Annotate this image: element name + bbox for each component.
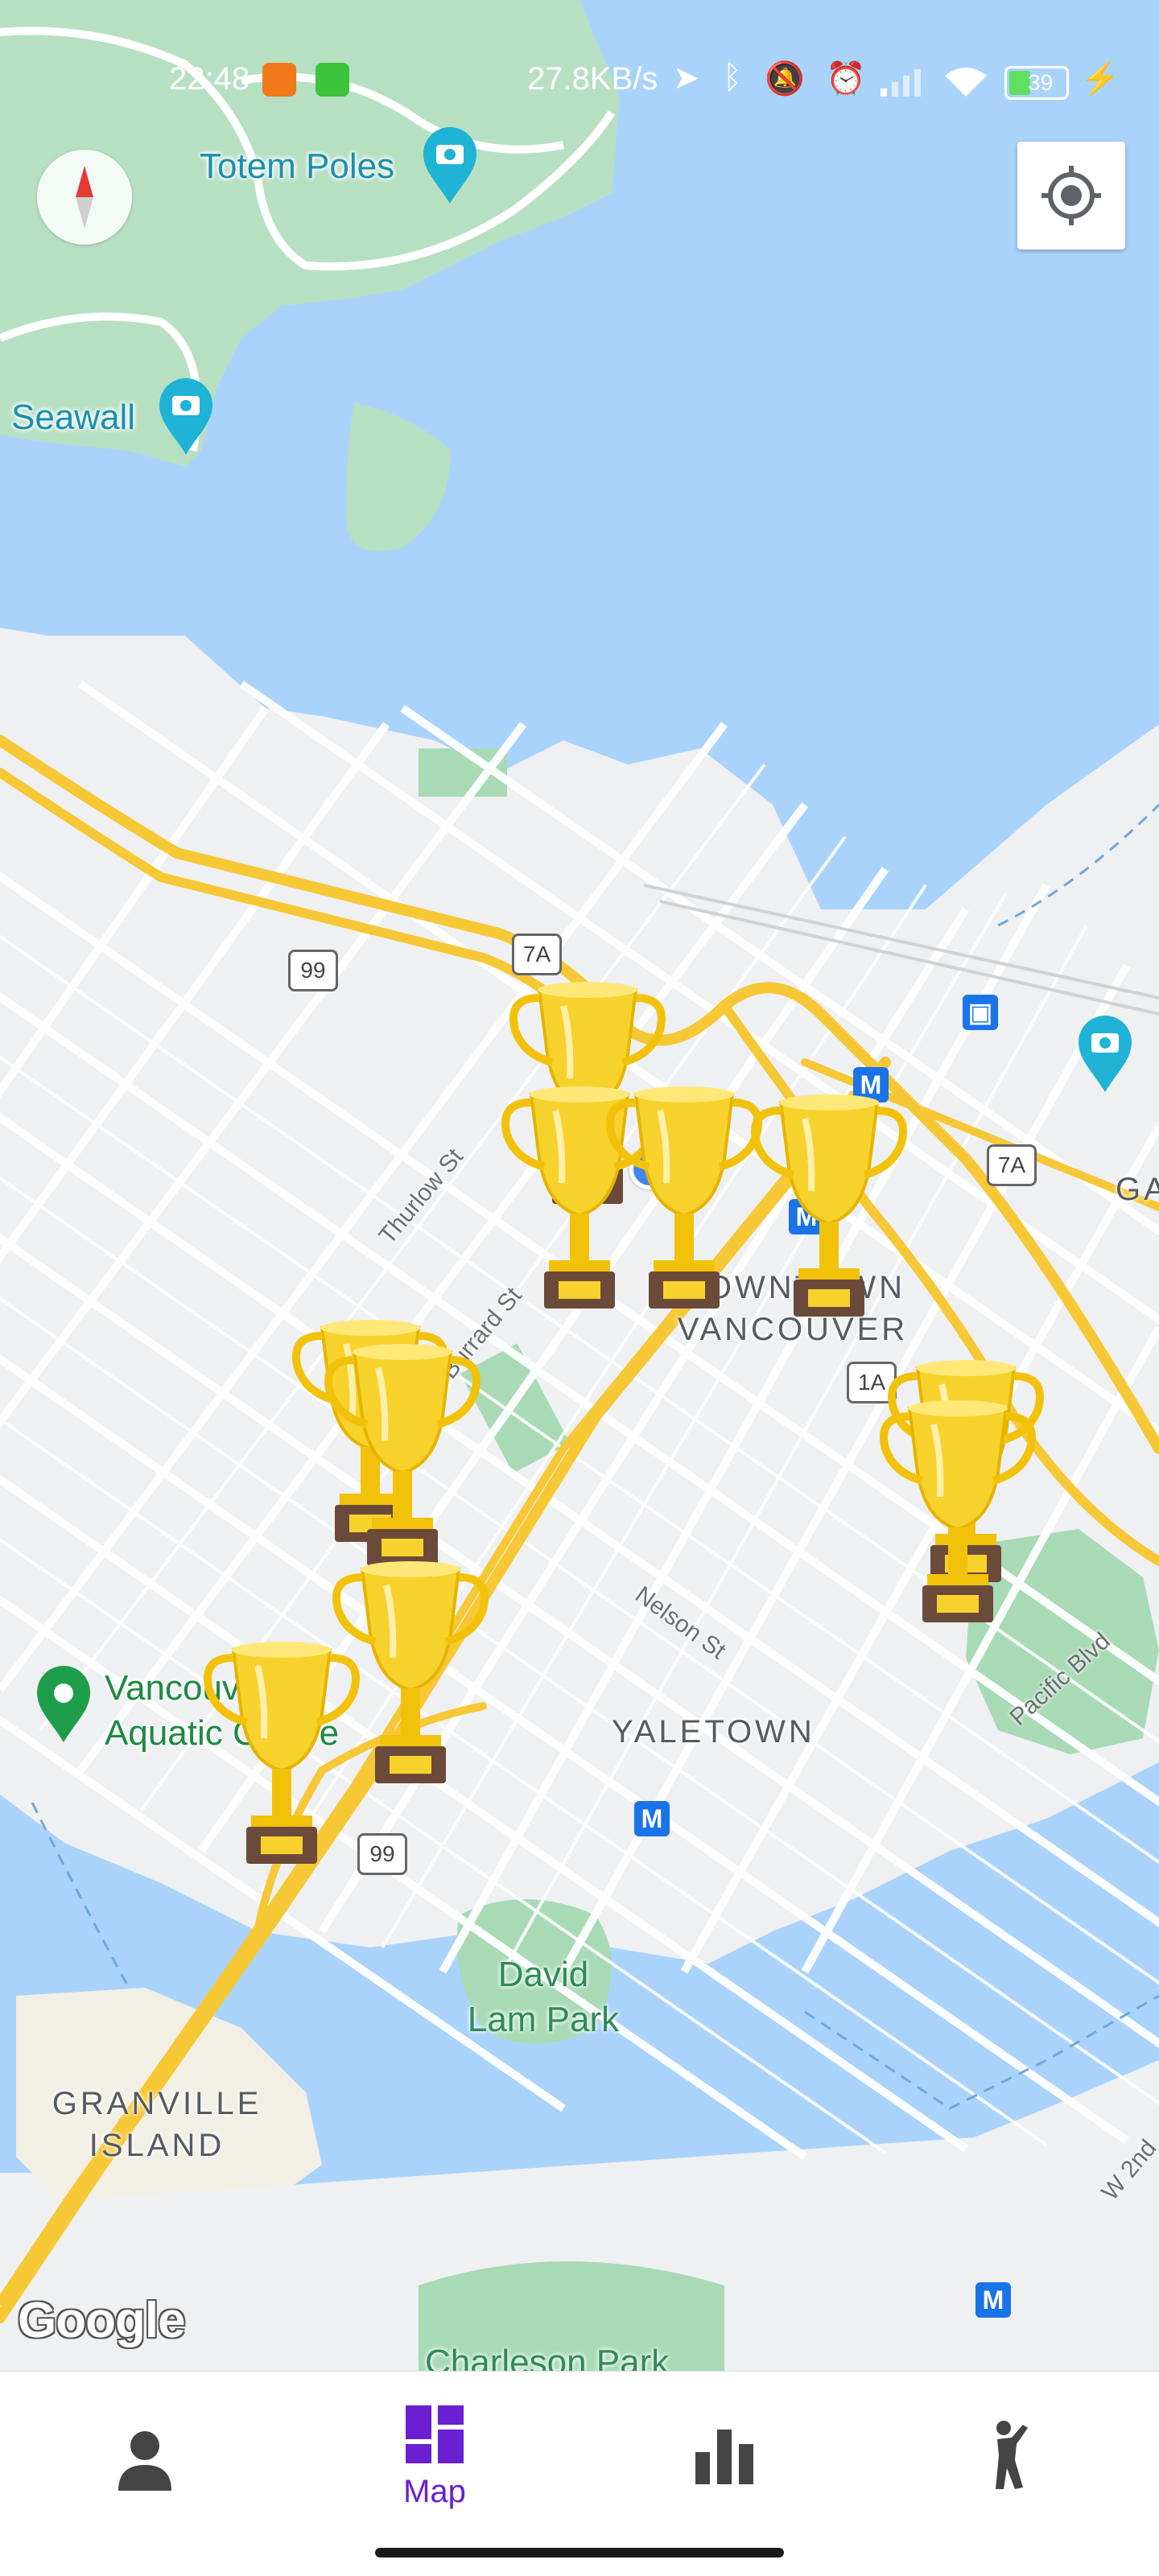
gastown-label: GA xyxy=(1116,1172,1159,1207)
david-lam-park-label: David Lam Park xyxy=(451,1952,636,2042)
granville-island-label: GRANVILLE ISLAND xyxy=(48,2083,266,2166)
compass-button[interactable] xyxy=(37,150,132,245)
metro-station-icon[interactable]: M xyxy=(975,2282,1011,2318)
trophy-marker-icon[interactable] xyxy=(749,1078,909,1368)
grid-icon xyxy=(406,2405,464,2463)
david-lam-line2: Lam Park xyxy=(467,2000,620,2039)
bar-chart-icon xyxy=(695,2430,753,2484)
status-time: 22:48 xyxy=(169,61,250,97)
crosshair-icon xyxy=(1041,166,1101,225)
camera-pin-icon[interactable] xyxy=(1077,1016,1133,1096)
battery-icon: 39 xyxy=(1004,66,1069,100)
bottom-navigation: Map xyxy=(0,2371,1159,2576)
wifi-icon xyxy=(945,68,987,97)
mute-icon: 🔕 xyxy=(765,61,805,97)
my-location-button[interactable] xyxy=(1017,142,1125,249)
charleson-park-label: Charleson Park xyxy=(425,2343,670,2371)
trophy-marker-icon[interactable] xyxy=(201,1626,362,1915)
video-call-icon xyxy=(262,63,296,97)
map-view[interactable]: Totem Poles Seawall Vancouver Aquatic Ce… xyxy=(0,0,1159,2371)
bluetooth-icon: ᛒ xyxy=(723,60,742,95)
compass-icon xyxy=(76,166,93,229)
activity-icon xyxy=(996,2421,1028,2489)
route-99-shield: 99 xyxy=(357,1833,407,1875)
network-speed: 27.8KB/s xyxy=(527,61,658,97)
signal-icon xyxy=(881,69,921,97)
nav-map-label: Map xyxy=(403,2474,466,2509)
route-99-shield: 99 xyxy=(288,950,338,991)
nav-activity[interactable] xyxy=(934,2420,1095,2493)
google-attribution: Google xyxy=(18,2293,186,2348)
camera-pin-icon[interactable] xyxy=(422,127,478,208)
camera-pin-icon[interactable] xyxy=(158,378,214,459)
location-arrow-icon: ➤ xyxy=(673,60,700,96)
metro-station-icon[interactable]: M xyxy=(634,1801,670,1836)
green-pin-icon[interactable] xyxy=(35,1666,92,1746)
android-icon xyxy=(316,63,349,97)
granville-line1: GRANVILLE xyxy=(52,2086,262,2121)
trophy-marker-icon[interactable] xyxy=(877,1384,1038,1674)
seawall-label[interactable]: Seawall xyxy=(11,398,135,438)
yaletown-label: YALETOWN xyxy=(612,1714,815,1750)
nav-profile[interactable] xyxy=(64,2428,225,2496)
battery-level: 39 xyxy=(1028,70,1054,95)
nav-stats[interactable] xyxy=(644,2428,805,2488)
alarm-icon: ⏰ xyxy=(826,61,866,97)
david-lam-line1: David xyxy=(497,1955,589,1994)
totem-poles-label[interactable]: Totem Poles xyxy=(200,146,394,187)
home-indicator[interactable] xyxy=(375,2548,784,2557)
status-bar: 22:48 27.8KB/s ➤ ᛒ 🔕 ⏰ 39 ⚡ xyxy=(0,48,1159,113)
route-7a-shield: 7A xyxy=(987,1144,1037,1186)
person-icon xyxy=(118,2431,171,2491)
train-station-icon[interactable]: ▣ xyxy=(963,995,998,1030)
granville-line2: ISLAND xyxy=(89,2128,225,2163)
nav-map[interactable]: Map xyxy=(354,2404,515,2510)
charging-icon: ⚡ xyxy=(1080,61,1120,97)
trophy-marker-icon[interactable] xyxy=(604,1070,765,1360)
